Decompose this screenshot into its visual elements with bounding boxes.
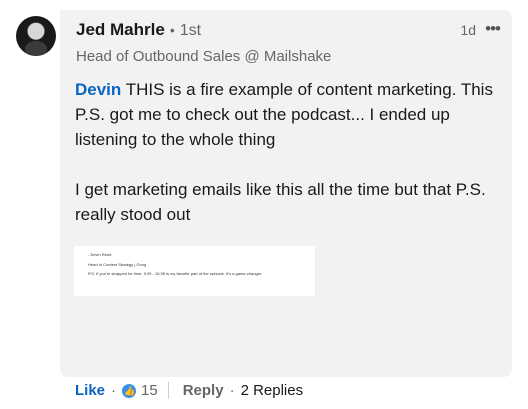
separator-dot: · [111, 382, 117, 399]
like-button[interactable]: Like [75, 382, 105, 399]
avatar[interactable] [16, 16, 56, 56]
reaction-count[interactable]: 15 [141, 382, 158, 399]
comment-paragraph-2: I get marketing emails like this all the… [75, 180, 486, 224]
divider [167, 382, 169, 399]
thumbs-up-icon[interactable] [122, 383, 137, 398]
attached-image[interactable]: - Devin Reed Head of Content Strategy | … [74, 246, 315, 296]
comment-actions: Like · 15 Reply · 2 Replies [75, 382, 303, 399]
separator-dot: • [169, 22, 175, 38]
mention-link[interactable]: Devin [75, 80, 121, 99]
author-headline: Head of Outbound Sales @ Mailshake [76, 48, 332, 65]
comment-bubble: Jed Mahrle • 1st Head of Outbound Sales … [60, 10, 512, 377]
preview-line: P.S. If you're strapped for time, 9:29 -… [88, 271, 263, 276]
preview-line: - Devin Reed [88, 252, 112, 257]
comment-text: Devin THIS is a fire example of content … [75, 77, 505, 227]
author-row: Jed Mahrle • 1st [76, 20, 201, 40]
preview-line: Head of Content Strategy | Gong [88, 261, 147, 267]
connection-degree: 1st [179, 22, 202, 39]
author-name[interactable]: Jed Mahrle [76, 20, 165, 40]
comment-paragraph-1: THIS is a fire example of content market… [75, 80, 493, 149]
reply-button[interactable]: Reply [183, 382, 224, 399]
separator-dot: · [229, 382, 235, 399]
comment-time: 1d [460, 22, 476, 38]
ellipsis-icon[interactable]: ••• [485, 19, 501, 39]
replies-link[interactable]: 2 Replies [241, 382, 304, 399]
